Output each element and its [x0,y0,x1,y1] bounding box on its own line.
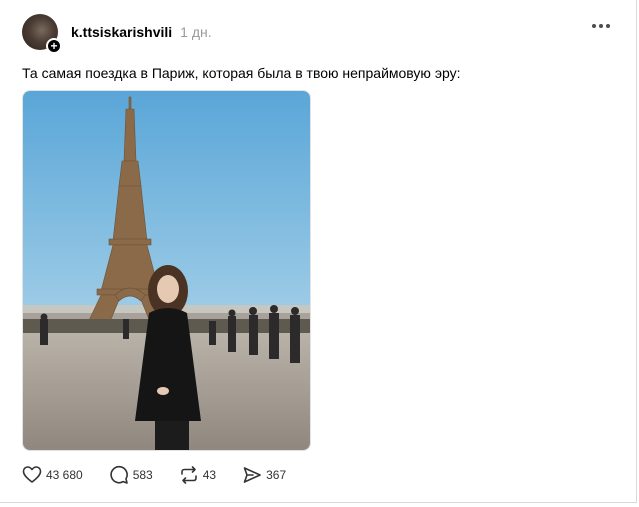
author-username[interactable]: k.ttsiskarishvili [71,24,172,40]
plus-icon[interactable]: + [46,38,62,54]
like-button[interactable]: 43 680 [22,465,83,485]
eiffel-tower-photo [23,91,310,450]
repost-button[interactable]: 43 [179,465,216,485]
action-bar: 43 680 583 43 367 [22,465,312,485]
comment-button[interactable]: 583 [109,465,153,485]
avatar[interactable]: + [22,14,62,54]
share-button[interactable]: 367 [242,465,286,485]
more-dot [606,24,610,28]
more-dot [592,24,596,28]
heart-icon [22,466,42,483]
post-card: + k.ttsiskarishvili 1 дн. Та самая поезд… [0,0,637,503]
share-count: 367 [266,468,287,482]
repost-count: 43 [202,468,217,482]
post-timestamp[interactable]: 1 дн. [180,24,211,40]
repost-icon [180,466,197,484]
like-count: 43 680 [46,468,83,482]
send-icon [243,467,261,483]
more-icon[interactable] [592,24,610,28]
post-image[interactable] [22,90,311,451]
comment-count: 583 [132,468,153,482]
post-header: + k.ttsiskarishvili 1 дн. [22,12,212,54]
comment-icon [110,465,128,484]
post-text: Та самая поездка в Париж, которая была в… [22,65,461,81]
more-dot [599,24,603,28]
